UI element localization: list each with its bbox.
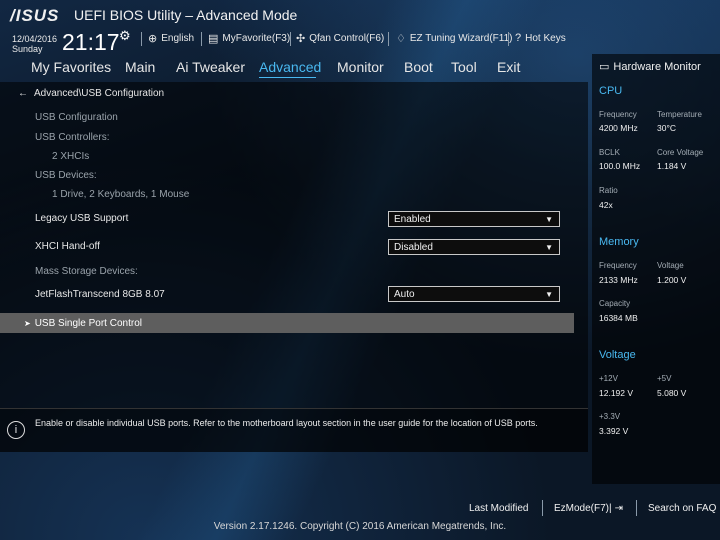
xhci-handoff-label: XHCI Hand-off: [35, 241, 100, 252]
legacy-usb-select[interactable]: Enabled ▼: [388, 211, 560, 227]
qfan-label: Qfan Control(F6): [309, 33, 385, 44]
last-modified-button[interactable]: Last Modified: [469, 503, 528, 514]
v5-value: 5.080 V: [657, 388, 687, 398]
xhci-handoff-select[interactable]: Disabled ▼: [388, 239, 560, 255]
app-title: UEFI BIOS Utility – Advanced Mode: [74, 7, 298, 23]
divider: [290, 32, 291, 46]
fan-icon: ✣: [296, 33, 306, 45]
cpu-frequency-label: Frequency: [599, 110, 637, 119]
bclk-label: BCLK: [599, 148, 620, 157]
ratio-value: 42x: [599, 200, 613, 210]
memory-voltage-label: Voltage: [657, 261, 684, 270]
divider: [542, 500, 543, 516]
qfan-button[interactable]: ✣ Qfan Control(F6): [296, 32, 384, 45]
hotkeys-button[interactable]: ? Hot Keys: [515, 32, 566, 44]
favorite-icon: ▤: [208, 33, 219, 45]
help-bar: [0, 408, 588, 452]
help-icon: ?: [515, 32, 522, 44]
bclk-value: 100.0 MHz: [599, 161, 641, 171]
usb-controllers-label: USB Controllers:: [35, 132, 110, 143]
usb-controllers-value: 2 XHCIs: [52, 151, 90, 162]
language-label: English: [161, 33, 195, 44]
globe-icon: ⊕: [148, 33, 158, 45]
legacy-usb-value: Enabled: [394, 214, 431, 225]
tab-monitor[interactable]: Monitor: [337, 59, 384, 75]
back-arrow-icon[interactable]: ←: [18, 88, 28, 99]
myfavorite-label: MyFavorite(F3): [222, 33, 291, 44]
jetflash-label: JetFlashTranscend 8GB 8.07: [35, 289, 165, 300]
ezmode-button[interactable]: EzMode(F7)| ⇥: [554, 503, 623, 514]
divider: [201, 32, 202, 46]
exit-arrow-icon: ⇥: [614, 503, 624, 514]
tab-exit[interactable]: Exit: [497, 59, 520, 75]
memory-voltage-value: 1.200 V: [657, 275, 687, 285]
day: Sunday: [12, 44, 43, 54]
section-heading: USB Configuration: [35, 112, 118, 123]
language-button[interactable]: ⊕ English: [148, 32, 194, 45]
tab-my-favorites[interactable]: My Favorites: [31, 59, 111, 75]
ezmode-label: EzMode(F7)|: [554, 503, 612, 514]
asus-logo: /ISUS: [10, 6, 60, 25]
myfavorite-button[interactable]: ▤ MyFavorite(F3): [208, 32, 290, 45]
search-faq-button[interactable]: Search on FAQ: [648, 503, 716, 514]
chevron-down-icon: ▼: [545, 243, 553, 252]
memory-frequency-value: 2133 MHz: [599, 275, 638, 285]
cpu-frequency-value: 4200 MHz: [599, 123, 638, 133]
v33-label: +3.3V: [599, 412, 621, 421]
hardware-monitor-title: ▭ Hardware Monitor: [599, 60, 701, 74]
time-display: 21:17: [62, 29, 120, 55]
capacity-label: Capacity: [599, 299, 631, 308]
ez-tuning-button[interactable]: ♢ EZ Tuning Wizard(F11): [396, 32, 513, 45]
date: 12/04/2016: [12, 34, 58, 44]
divider: [141, 32, 142, 46]
cpu-temperature-value: 30°C: [657, 123, 676, 133]
ez-tuning-label: EZ Tuning Wizard(F11): [409, 33, 513, 44]
memory-section-title: Memory: [599, 236, 639, 248]
core-voltage-label: Core Voltage: [657, 148, 704, 157]
usb-single-port-control-item[interactable]: ➤ USB Single Port Control: [0, 313, 574, 333]
mass-storage-label: Mass Storage Devices:: [35, 266, 138, 277]
hardware-monitor-label: Hardware Monitor: [613, 60, 701, 73]
help-text: Enable or disable individual USB ports. …: [35, 418, 538, 428]
submenu-arrow-icon: ➤: [24, 318, 31, 328]
cpu-temperature-label: Temperature: [657, 110, 702, 119]
tab-ai-tweaker[interactable]: Ai Tweaker: [176, 59, 245, 75]
usb-devices-value: 1 Drive, 2 Keyboards, 1 Mouse: [52, 189, 190, 200]
breadcrumb-path: Advanced\USB Configuration: [34, 88, 165, 99]
monitor-icon: ▭: [599, 61, 610, 73]
capacity-value: 16384 MB: [599, 313, 638, 323]
gear-icon[interactable]: ⚙: [119, 28, 131, 44]
memory-frequency-label: Frequency: [599, 261, 637, 270]
tab-tool[interactable]: Tool: [451, 59, 477, 75]
tab-advanced[interactable]: Advanced: [259, 59, 321, 75]
xhci-handoff-value: Disabled: [394, 242, 433, 253]
cpu-section-title: CPU: [599, 85, 623, 97]
chevron-down-icon: ▼: [545, 215, 553, 224]
hotkeys-label: Hot Keys: [525, 32, 566, 44]
tab-boot[interactable]: Boot: [404, 59, 433, 75]
date-display: 12/04/2016 Sunday: [12, 34, 57, 54]
ratio-label: Ratio: [599, 186, 618, 195]
active-tab-underline: [259, 77, 316, 78]
v5-label: +5V: [657, 374, 672, 383]
jetflash-value: Auto: [394, 289, 415, 300]
usb-single-port-control-label: USB Single Port Control: [34, 317, 142, 329]
v12-label: +12V: [599, 374, 618, 383]
legacy-usb-label: Legacy USB Support: [35, 213, 129, 224]
v33-value: 3.392 V: [599, 426, 629, 436]
core-voltage-value: 1.184 V: [657, 161, 687, 171]
v12-value: 12.192 V: [599, 388, 634, 398]
voltage-section-title: Voltage: [599, 349, 636, 361]
chevron-down-icon: ▼: [545, 290, 553, 299]
divider: [636, 500, 637, 516]
tab-main[interactable]: Main: [125, 59, 155, 75]
bulb-icon: ♢: [396, 33, 406, 45]
divider: [388, 32, 389, 46]
version-footer: Version 2.17.1246. Copyright (C) 2016 Am…: [213, 521, 507, 532]
usb-devices-label: USB Devices:: [35, 170, 97, 181]
divider: [508, 32, 509, 46]
jetflash-select[interactable]: Auto ▼: [388, 286, 560, 302]
breadcrumb[interactable]: ← Advanced\USB Configuration: [18, 88, 164, 99]
info-icon: i: [7, 421, 25, 439]
